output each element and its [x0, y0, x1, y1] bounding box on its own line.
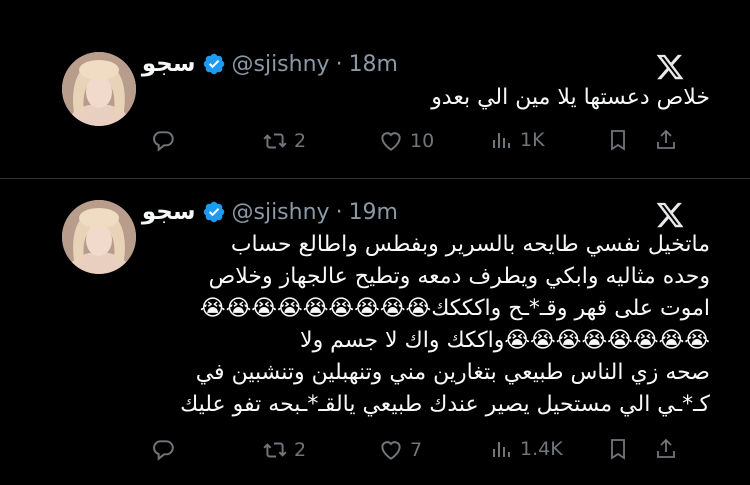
retweet-count: 2: [294, 130, 307, 152]
avatar[interactable]: [62, 52, 136, 126]
views-count: 1.4K: [520, 438, 563, 460]
handle[interactable]: @sjishny: [232, 200, 330, 225]
tweet-text-line: كـ*ـي الي مستحيل يصير عندك طبيعي يالقـ*ـ…: [180, 392, 710, 417]
handle[interactable]: @sjishny: [232, 52, 330, 77]
x-logo-icon: [656, 54, 684, 80]
reply-button[interactable]: [150, 437, 176, 463]
heart-icon: [381, 441, 401, 460]
tweet-card[interactable]: سجو @sjishny · 18m خلاص دعستها يلا مين ا…: [0, 0, 750, 178]
like-button[interactable]: 10: [378, 128, 434, 154]
tweet-text: خلاص دعستها يلا مين الي بعدو: [431, 82, 710, 114]
tweet-header: سجو @sjishny · 18m: [142, 48, 398, 80]
bookmark-button[interactable]: [606, 437, 630, 461]
retweet-icon: [263, 442, 287, 458]
tweet-text-line: اموت على قهر وقـ*ـح واكككك😭😭😭😭😭😭😭😭😭: [199, 296, 710, 321]
share-icon: [657, 129, 675, 149]
reply-button[interactable]: [150, 128, 176, 154]
reply-icon: [153, 440, 174, 461]
timestamp[interactable]: 19m: [349, 200, 398, 225]
retweet-button[interactable]: 2: [262, 437, 306, 463]
bookmark-icon: [611, 130, 625, 151]
views-icon: [493, 133, 510, 148]
reply-icon: [153, 131, 174, 152]
display-name[interactable]: سجو: [142, 199, 196, 225]
avatar[interactable]: [62, 200, 136, 274]
verified-badge-icon: [203, 201, 224, 223]
tweet-text: ماتخيل نفسي طايحه بالسرير وبفطس واطالع ح…: [180, 229, 710, 421]
timestamp[interactable]: 18m: [349, 52, 398, 77]
tweet-text-line: 😭😭😭😭😭😭😭😭واككك واك لا جسم ولا: [300, 328, 710, 353]
retweet-count: 2: [294, 439, 307, 461]
share-button[interactable]: [654, 128, 678, 152]
tweet-text-line: صحه زي الناس طبيعي بتغارين مني وتنهبلين …: [195, 360, 710, 385]
heart-icon: [381, 132, 401, 151]
share-button[interactable]: [654, 437, 678, 461]
bookmark-button[interactable]: [606, 128, 630, 152]
tweet-header: سجو @sjishny · 19m: [142, 196, 398, 228]
share-icon: [657, 438, 675, 458]
display-name[interactable]: سجو: [142, 51, 196, 77]
like-button[interactable]: 7: [378, 437, 422, 463]
tweet-text-line: وحده مثاليه وابكي ويطرف دمعه وتطيح عالجه…: [208, 264, 710, 289]
tweet-text-line: ماتخيل نفسي طايحه بالسرير وبفطس واطالع ح…: [230, 232, 710, 257]
tweet-text-line: خلاص دعستها يلا مين الي بعدو: [431, 85, 710, 110]
like-count: 10: [410, 130, 435, 152]
action-bar: 2 10 1K: [0, 128, 750, 158]
views-button[interactable]: 1K: [490, 128, 545, 152]
bookmark-icon: [611, 439, 625, 460]
separator-dot: ·: [335, 199, 343, 225]
views-icon: [493, 442, 510, 457]
verified-badge-icon: [203, 53, 224, 75]
views-button[interactable]: 1.4K: [490, 437, 563, 461]
like-count: 7: [410, 439, 423, 461]
separator-dot: ·: [335, 51, 343, 77]
views-count: 1K: [520, 129, 545, 151]
x-logo-icon: [656, 202, 684, 228]
retweet-icon: [263, 133, 287, 149]
retweet-button[interactable]: 2: [262, 128, 306, 154]
tweet-card[interactable]: سجو @sjishny · 19m ماتخيل نفسي طايحه بال…: [0, 178, 750, 485]
action-bar: 2 7 1.4K: [0, 437, 750, 467]
